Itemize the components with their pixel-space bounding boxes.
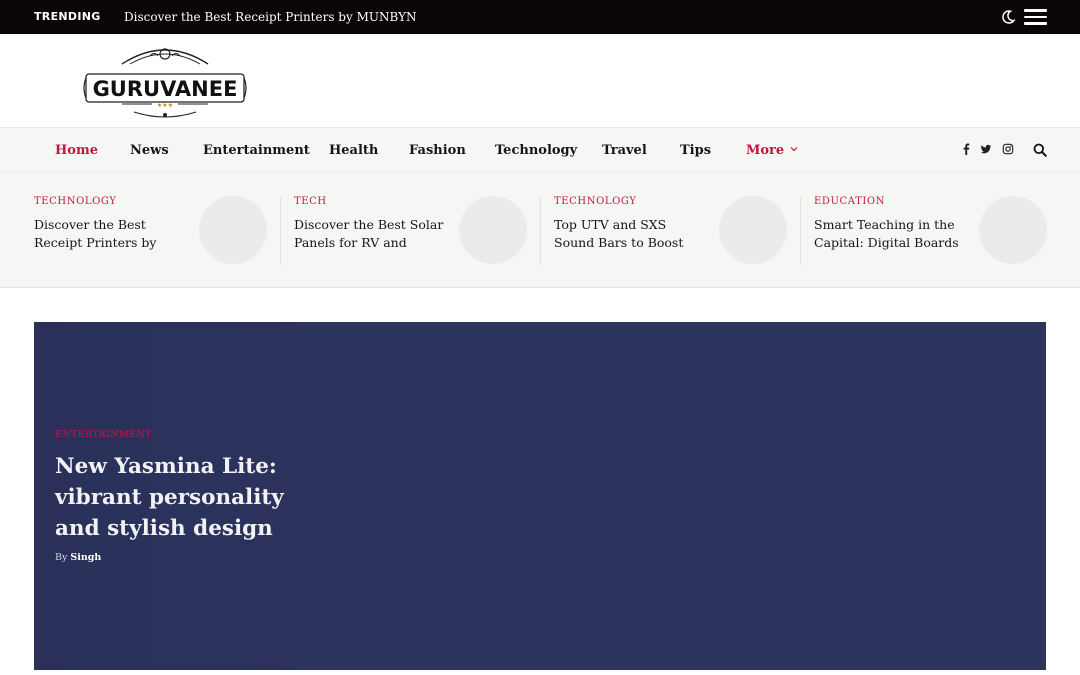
post-title[interactable]: Discover the Best Receipt Printers by MU… [34, 216, 190, 252]
post-title[interactable]: Top UTV and SXS Sound Bars to Boost Your… [554, 216, 710, 252]
trending-label: TRENDING [34, 10, 101, 23]
hero-title[interactable]: New Yasmina Lite: vibrant personality an… [55, 451, 325, 544]
nav-news[interactable]: News [130, 143, 169, 158]
hero-byline: By Singh [55, 552, 101, 563]
menu-icon[interactable] [1024, 9, 1047, 25]
header: GURUVANEE ★★★ [0, 34, 1080, 127]
divider [540, 197, 541, 265]
svg-text:GURUVANEE: GURUVANEE [93, 77, 238, 101]
hero-featured-post[interactable]: ENTERTAINMENT New Yasmina Lite: vibrant … [34, 322, 1046, 670]
post-thumbnail[interactable] [979, 196, 1047, 264]
twitter-icon[interactable] [980, 142, 992, 156]
main-navigation: Home News Entertainment Health Fashion T… [0, 127, 1080, 173]
instagram-icon[interactable] [1002, 142, 1014, 156]
post-thumbnail[interactable] [719, 196, 787, 264]
divider [280, 197, 281, 265]
nav-more[interactable]: More [746, 143, 798, 158]
author-link[interactable]: Singh [70, 552, 101, 563]
hero-category[interactable]: ENTERTAINMENT [55, 429, 152, 440]
nav-travel[interactable]: Travel [602, 143, 647, 158]
byline-prefix: By [55, 552, 68, 563]
strip-post[interactable]: TECH Discover the Best Solar Panels for … [294, 196, 554, 266]
post-thumbnail[interactable] [459, 196, 527, 264]
strip-post[interactable]: TECHNOLOGY Discover the Best Receipt Pri… [34, 196, 294, 266]
nav-technology[interactable]: Technology [495, 143, 577, 158]
nav-health[interactable]: Health [329, 143, 378, 158]
nav-entertainment[interactable]: Entertainment [203, 143, 310, 158]
post-title[interactable]: Smart Teaching in the Capital: Digital B… [814, 216, 970, 252]
nav-home[interactable]: Home [55, 143, 98, 158]
site-logo[interactable]: GURUVANEE ★★★ [82, 42, 248, 120]
nav-tips[interactable]: Tips [680, 143, 711, 158]
chevron-down-icon [790, 147, 798, 152]
post-thumbnail[interactable] [199, 196, 267, 264]
strip-post[interactable]: TECHNOLOGY Top UTV and SXS Sound Bars to… [554, 196, 814, 266]
moon-icon[interactable] [1000, 9, 1016, 25]
strip-post[interactable]: EDUCATION Smart Teaching in the Capital:… [814, 196, 1074, 266]
search-icon[interactable] [1033, 143, 1047, 157]
trending-headline-link[interactable]: Discover the Best Receipt Printers by MU… [124, 10, 417, 24]
nav-more-label: More [746, 143, 785, 158]
nav-fashion[interactable]: Fashion [409, 143, 466, 158]
svg-text:★★★: ★★★ [157, 102, 173, 109]
divider [800, 197, 801, 265]
post-title[interactable]: Discover the Best Solar Panels for RV an… [294, 216, 450, 252]
top-bar: TRENDING Discover the Best Receipt Print… [0, 0, 1080, 34]
facebook-icon[interactable] [960, 142, 972, 156]
